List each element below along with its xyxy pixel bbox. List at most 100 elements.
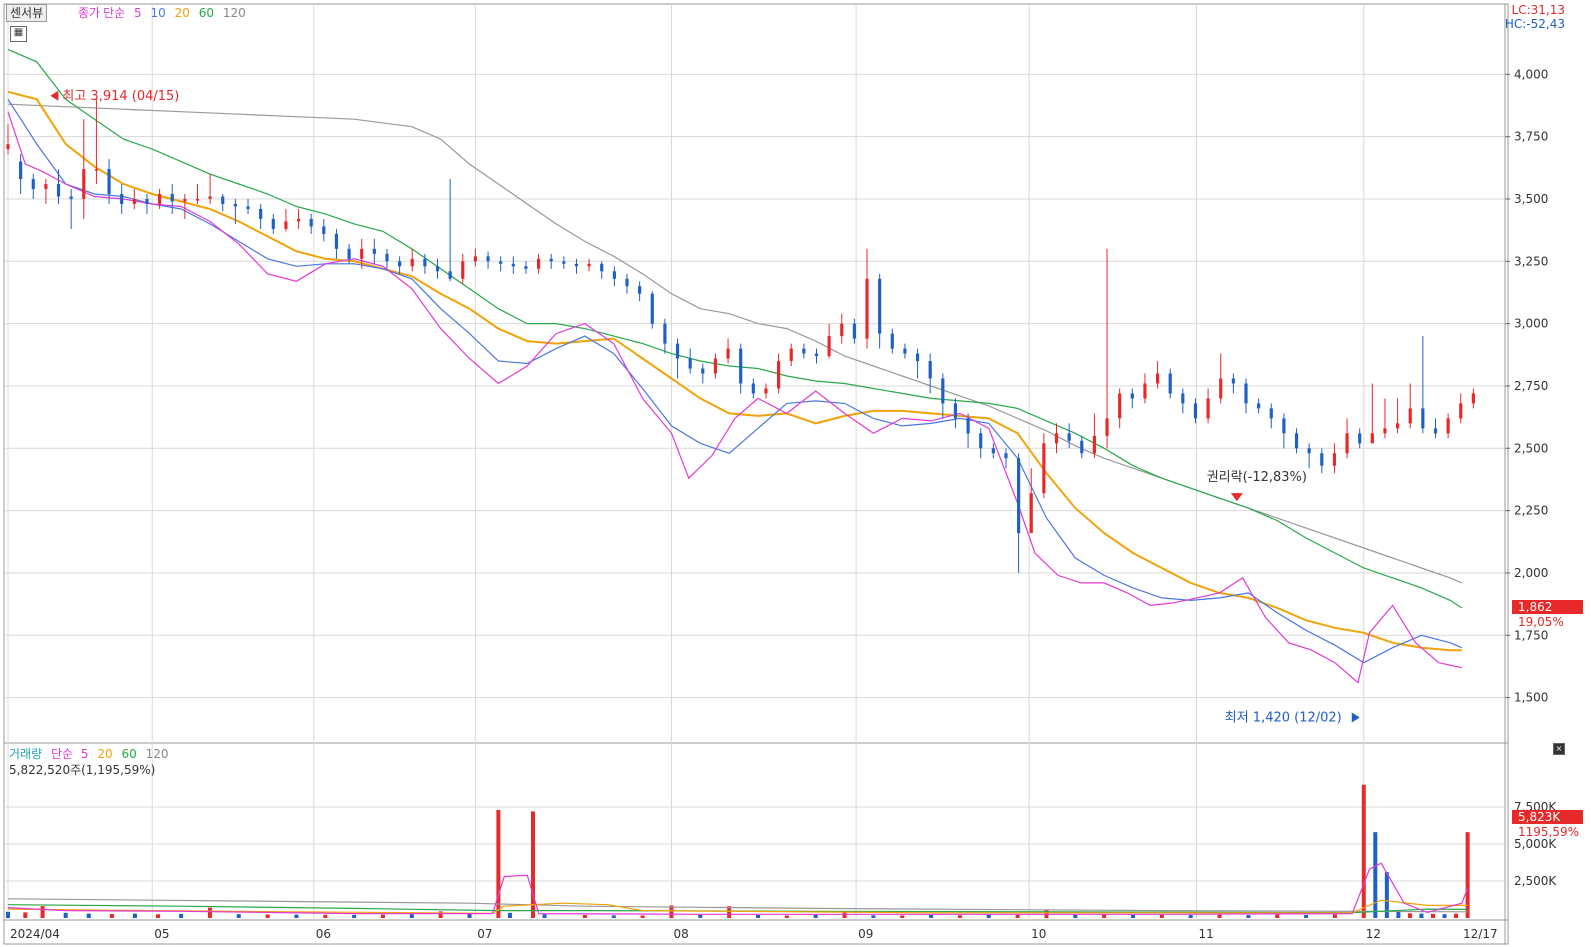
candle-body bbox=[398, 261, 402, 267]
candle-body bbox=[1067, 433, 1071, 441]
volume-bar bbox=[784, 915, 789, 918]
candle-body bbox=[499, 261, 503, 264]
sensor-view-button[interactable]: 센서뷰 bbox=[6, 4, 48, 22]
candle-body bbox=[1092, 435, 1096, 454]
candle-body bbox=[701, 368, 705, 374]
candle-body bbox=[1042, 443, 1046, 494]
current-volume-change: 1195,59% bbox=[1518, 825, 1579, 839]
candle-body bbox=[1383, 428, 1387, 434]
candle-body bbox=[271, 218, 275, 229]
candle-body bbox=[625, 278, 629, 287]
candle-body bbox=[1370, 433, 1374, 444]
volume-bar bbox=[323, 914, 328, 918]
candle-body bbox=[915, 353, 920, 362]
candle-body bbox=[1219, 378, 1223, 399]
volume-bar bbox=[40, 906, 45, 918]
candle-body bbox=[1294, 433, 1299, 449]
candle-body bbox=[461, 261, 465, 279]
candle-body bbox=[789, 348, 793, 362]
volume-bar bbox=[381, 914, 385, 918]
candle-body bbox=[1206, 398, 1210, 419]
candle-body bbox=[322, 226, 326, 234]
candle-body bbox=[221, 196, 225, 204]
candle-body bbox=[309, 218, 313, 227]
time-tick-label: 07 bbox=[477, 927, 492, 941]
candle-body bbox=[385, 253, 389, 262]
hc-value: HC:-52,43 bbox=[1504, 17, 1565, 31]
stock-chart[interactable]: 1,500 1,750 2,000 2,250 2,500 2,750 3,000 3,250… bbox=[0, 0, 1591, 947]
time-tick-label: 08 bbox=[673, 927, 688, 941]
candle-body bbox=[107, 169, 111, 194]
candle-body bbox=[979, 433, 983, 449]
price-tick-label: 2,750 bbox=[1514, 379, 1548, 393]
candle-body bbox=[1181, 393, 1185, 404]
candle-body bbox=[638, 286, 642, 294]
candle-body bbox=[764, 388, 768, 394]
candle-body bbox=[1446, 418, 1450, 434]
candle-body bbox=[1143, 383, 1147, 399]
candle-body bbox=[865, 278, 869, 339]
candle-body bbox=[966, 418, 970, 434]
candle-body bbox=[713, 358, 718, 374]
volume-bar bbox=[1396, 911, 1401, 918]
candle-body bbox=[1459, 403, 1463, 419]
candle-body bbox=[903, 348, 907, 354]
candle-body bbox=[183, 198, 187, 202]
volume-bar bbox=[1407, 913, 1412, 918]
candle-body bbox=[120, 193, 124, 204]
volume-bar bbox=[1442, 914, 1447, 918]
candle-body bbox=[1396, 423, 1400, 429]
volume-bar bbox=[1015, 915, 1020, 918]
candle-body bbox=[1155, 373, 1160, 384]
candle-body bbox=[486, 256, 490, 262]
volume-bar bbox=[1131, 915, 1135, 918]
candle-body bbox=[1320, 453, 1324, 466]
volume-bar bbox=[900, 915, 905, 918]
legend-ma60: 60 bbox=[198, 6, 214, 20]
volume-bar bbox=[23, 912, 28, 918]
table-view-icon[interactable]: ▦ bbox=[10, 26, 27, 42]
legend-ma20: 20 bbox=[174, 6, 190, 20]
candle-body bbox=[296, 218, 301, 222]
legend-ma5: 5 bbox=[134, 6, 142, 20]
candle-body bbox=[1080, 440, 1084, 454]
volume-bar bbox=[1275, 914, 1280, 918]
candle-body bbox=[549, 258, 553, 262]
candle-body bbox=[941, 378, 945, 404]
candle-body bbox=[890, 333, 894, 349]
candle-body bbox=[246, 206, 250, 209]
close-volume-panel-icon[interactable]: × bbox=[1553, 743, 1565, 755]
current-price-value: 1,862 bbox=[1518, 600, 1552, 614]
volume-legend-method: 단순 bbox=[50, 747, 74, 761]
time-tick-label: 2024/04 bbox=[10, 927, 60, 941]
candle-body bbox=[511, 263, 515, 267]
price-tick-label: 4,000 bbox=[1514, 67, 1548, 81]
time-tick-label: 06 bbox=[316, 927, 331, 941]
vlegend-ma5: 5 bbox=[80, 747, 89, 761]
volume-bar bbox=[1073, 914, 1078, 918]
lc-value: LC:31,13 bbox=[1511, 3, 1565, 17]
volume-bar bbox=[1159, 914, 1164, 918]
volume-bar bbox=[1102, 914, 1107, 918]
candle-body bbox=[1054, 433, 1059, 444]
volume-bar bbox=[507, 912, 512, 918]
time-tick-label: 11 bbox=[1198, 927, 1213, 941]
candle-body bbox=[840, 323, 844, 337]
candle-body bbox=[1029, 493, 1033, 534]
volume-bar bbox=[63, 912, 68, 918]
candle-body bbox=[524, 266, 528, 269]
candle-body bbox=[1130, 393, 1134, 399]
candle-body bbox=[410, 258, 414, 267]
candle-body bbox=[751, 383, 755, 394]
volume-bar bbox=[352, 914, 357, 918]
candle-body bbox=[435, 266, 440, 272]
legend-ma120: 120 bbox=[222, 6, 246, 20]
candle-body bbox=[208, 196, 212, 199]
candle-body bbox=[94, 169, 99, 171]
volume-bar bbox=[265, 914, 270, 918]
candle-body bbox=[612, 271, 616, 279]
candle-body bbox=[827, 336, 831, 357]
candle-body bbox=[1004, 453, 1008, 459]
candle-body bbox=[360, 248, 364, 259]
high-annotation: 최고 3,914 (04/15) bbox=[62, 89, 179, 104]
